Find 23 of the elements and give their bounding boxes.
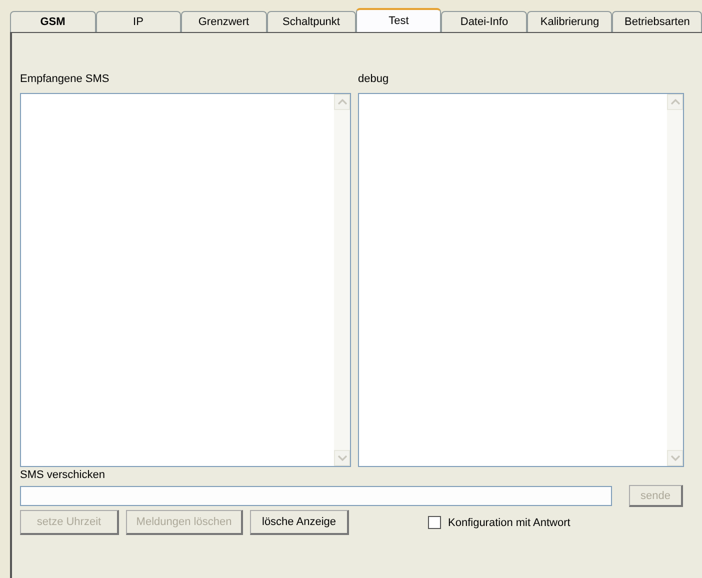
- tab[interactable]: Betriebsarten: [612, 11, 702, 32]
- tab[interactable]: Datei-Info: [441, 11, 527, 32]
- pane-label: debug: [358, 73, 390, 87]
- pane-label: Empfangene SMS: [20, 73, 110, 87]
- scroll-up-icon[interactable]: [334, 94, 350, 110]
- tab[interactable]: GSM: [10, 11, 96, 32]
- tab[interactable]: Kalibrierung: [526, 11, 612, 32]
- tab[interactable]: Test: [356, 8, 442, 32]
- text-area[interactable]: [358, 93, 684, 467]
- scroll-up-icon[interactable]: [667, 94, 683, 110]
- send-label: SMS verschicken: [20, 469, 106, 483]
- scrollbar[interactable]: [667, 94, 683, 466]
- sms-input-field[interactable]: [20, 486, 612, 506]
- text-area[interactable]: [20, 93, 351, 467]
- scroll-down-icon[interactable]: [667, 450, 683, 466]
- tab[interactable]: Schaltpunkt: [266, 11, 356, 32]
- scroll-down-icon[interactable]: [334, 450, 350, 466]
- action-button[interactable]: lösche Anzeige: [250, 510, 349, 535]
- checkbox[interactable]: [428, 516, 441, 529]
- scrollbar[interactable]: [334, 94, 350, 466]
- checkbox-label: Konfiguration mit Antwort: [448, 516, 570, 528]
- tab[interactable]: Grenzwert: [181, 11, 266, 32]
- tab[interactable]: IP: [96, 11, 181, 32]
